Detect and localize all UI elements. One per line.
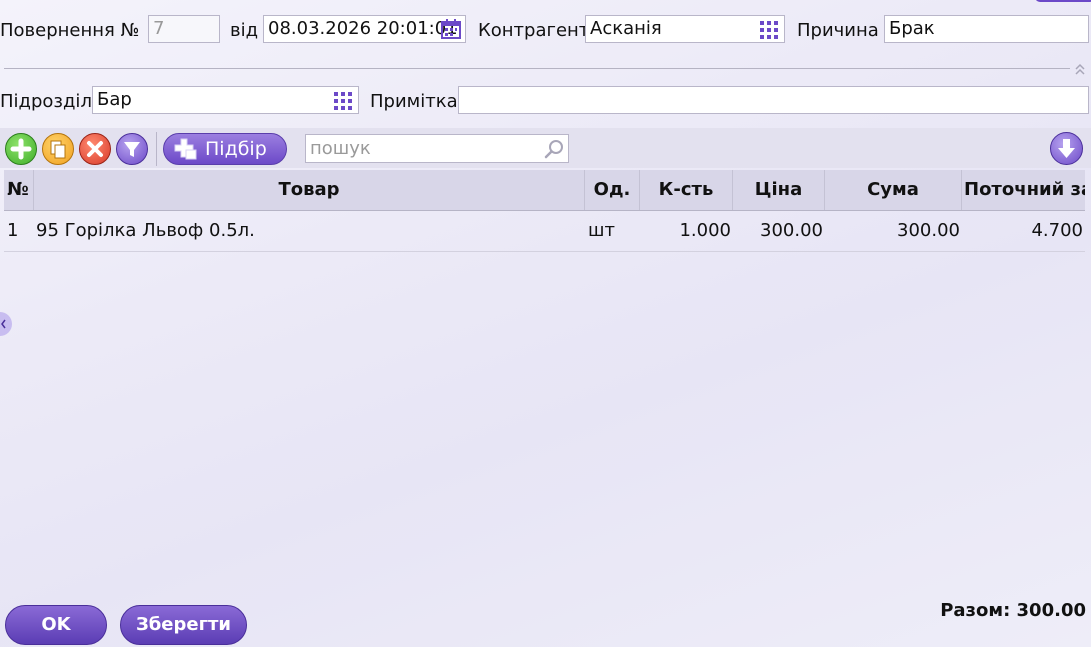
column-header-price[interactable]: Ціна — [733, 170, 825, 210]
collapse-chevron-icon[interactable] — [1074, 60, 1086, 81]
reason-label: Причина — [797, 20, 879, 41]
cell-price: 300.00 — [760, 220, 823, 241]
pick-button[interactable]: Підбір — [163, 133, 287, 165]
cell-current: 4.700 — [1031, 220, 1083, 241]
calendar-icon[interactable] — [441, 19, 461, 42]
cell-product: 95 Горілка Львоф 0.5л. — [36, 220, 255, 241]
save-button[interactable]: Зберегти — [120, 605, 247, 645]
note-label: Примітка — [370, 91, 458, 112]
filter-button[interactable] — [116, 133, 148, 165]
toolbar-separator — [156, 132, 157, 166]
counterparty-field[interactable]: Асканія — [585, 15, 785, 43]
search-input[interactable] — [306, 135, 544, 162]
return-number-field[interactable]: 7 — [148, 15, 220, 43]
add-row-button[interactable] — [5, 133, 37, 165]
copy-icon — [50, 140, 66, 159]
chevron-left-icon — [1, 319, 6, 329]
date-field[interactable]: 08.03.2026 20:01:01 — [263, 15, 466, 43]
reason-field[interactable]: Брак — [884, 15, 1089, 43]
counterparty-label: Контрагент — [478, 20, 590, 41]
funnel-icon — [124, 142, 140, 157]
table-row[interactable]: 1 95 Горілка Львоф 0.5л. шт 1.000 300.00… — [4, 211, 1085, 252]
grid-select-icon[interactable] — [760, 21, 778, 42]
search-icon[interactable] — [544, 139, 564, 164]
table-header: № Товар Од. К-сть Ціна Сума Поточний за — [4, 170, 1085, 211]
total-amount: Разом: 300.00 — [940, 600, 1086, 621]
search-box — [305, 134, 569, 163]
scroll-down-button[interactable] — [1050, 132, 1083, 165]
return-number-label: Повернення № — [0, 20, 140, 41]
column-header-unit[interactable]: Од. — [585, 170, 640, 210]
grid-select-icon[interactable] — [334, 92, 352, 113]
column-header-qty[interactable]: К-сть — [640, 170, 733, 210]
department-value: Бар — [97, 89, 132, 110]
column-header-product[interactable]: Товар — [34, 170, 585, 210]
date-label: від — [230, 20, 259, 41]
add-items-icon — [172, 137, 198, 170]
note-field[interactable] — [458, 86, 1089, 114]
counterparty-value: Асканія — [590, 18, 662, 39]
close-icon — [87, 141, 103, 157]
column-header-current[interactable]: Поточний за — [962, 170, 1085, 210]
cell-unit: шт — [588, 220, 615, 241]
cell-sum: 300.00 — [897, 220, 960, 241]
delete-row-button[interactable] — [79, 133, 111, 165]
plus-icon — [10, 138, 32, 160]
column-header-number[interactable]: № — [4, 170, 34, 210]
side-panel-handle[interactable] — [0, 312, 12, 336]
section-divider — [4, 68, 1070, 69]
column-header-sum[interactable]: Сума — [825, 170, 962, 210]
top-tab-edge — [1035, 0, 1091, 2]
pick-label: Підбір — [205, 138, 267, 160]
department-label: Підрозділ — [0, 91, 92, 112]
department-field[interactable]: Бар — [92, 86, 359, 114]
date-value: 08.03.2026 20:01:01 — [268, 18, 458, 39]
cell-qty: 1.000 — [679, 220, 731, 241]
arrow-down-icon — [1058, 139, 1075, 158]
cell-number: 1 — [7, 220, 19, 241]
ok-button[interactable]: OK — [5, 605, 107, 645]
copy-row-button[interactable] — [42, 133, 74, 165]
